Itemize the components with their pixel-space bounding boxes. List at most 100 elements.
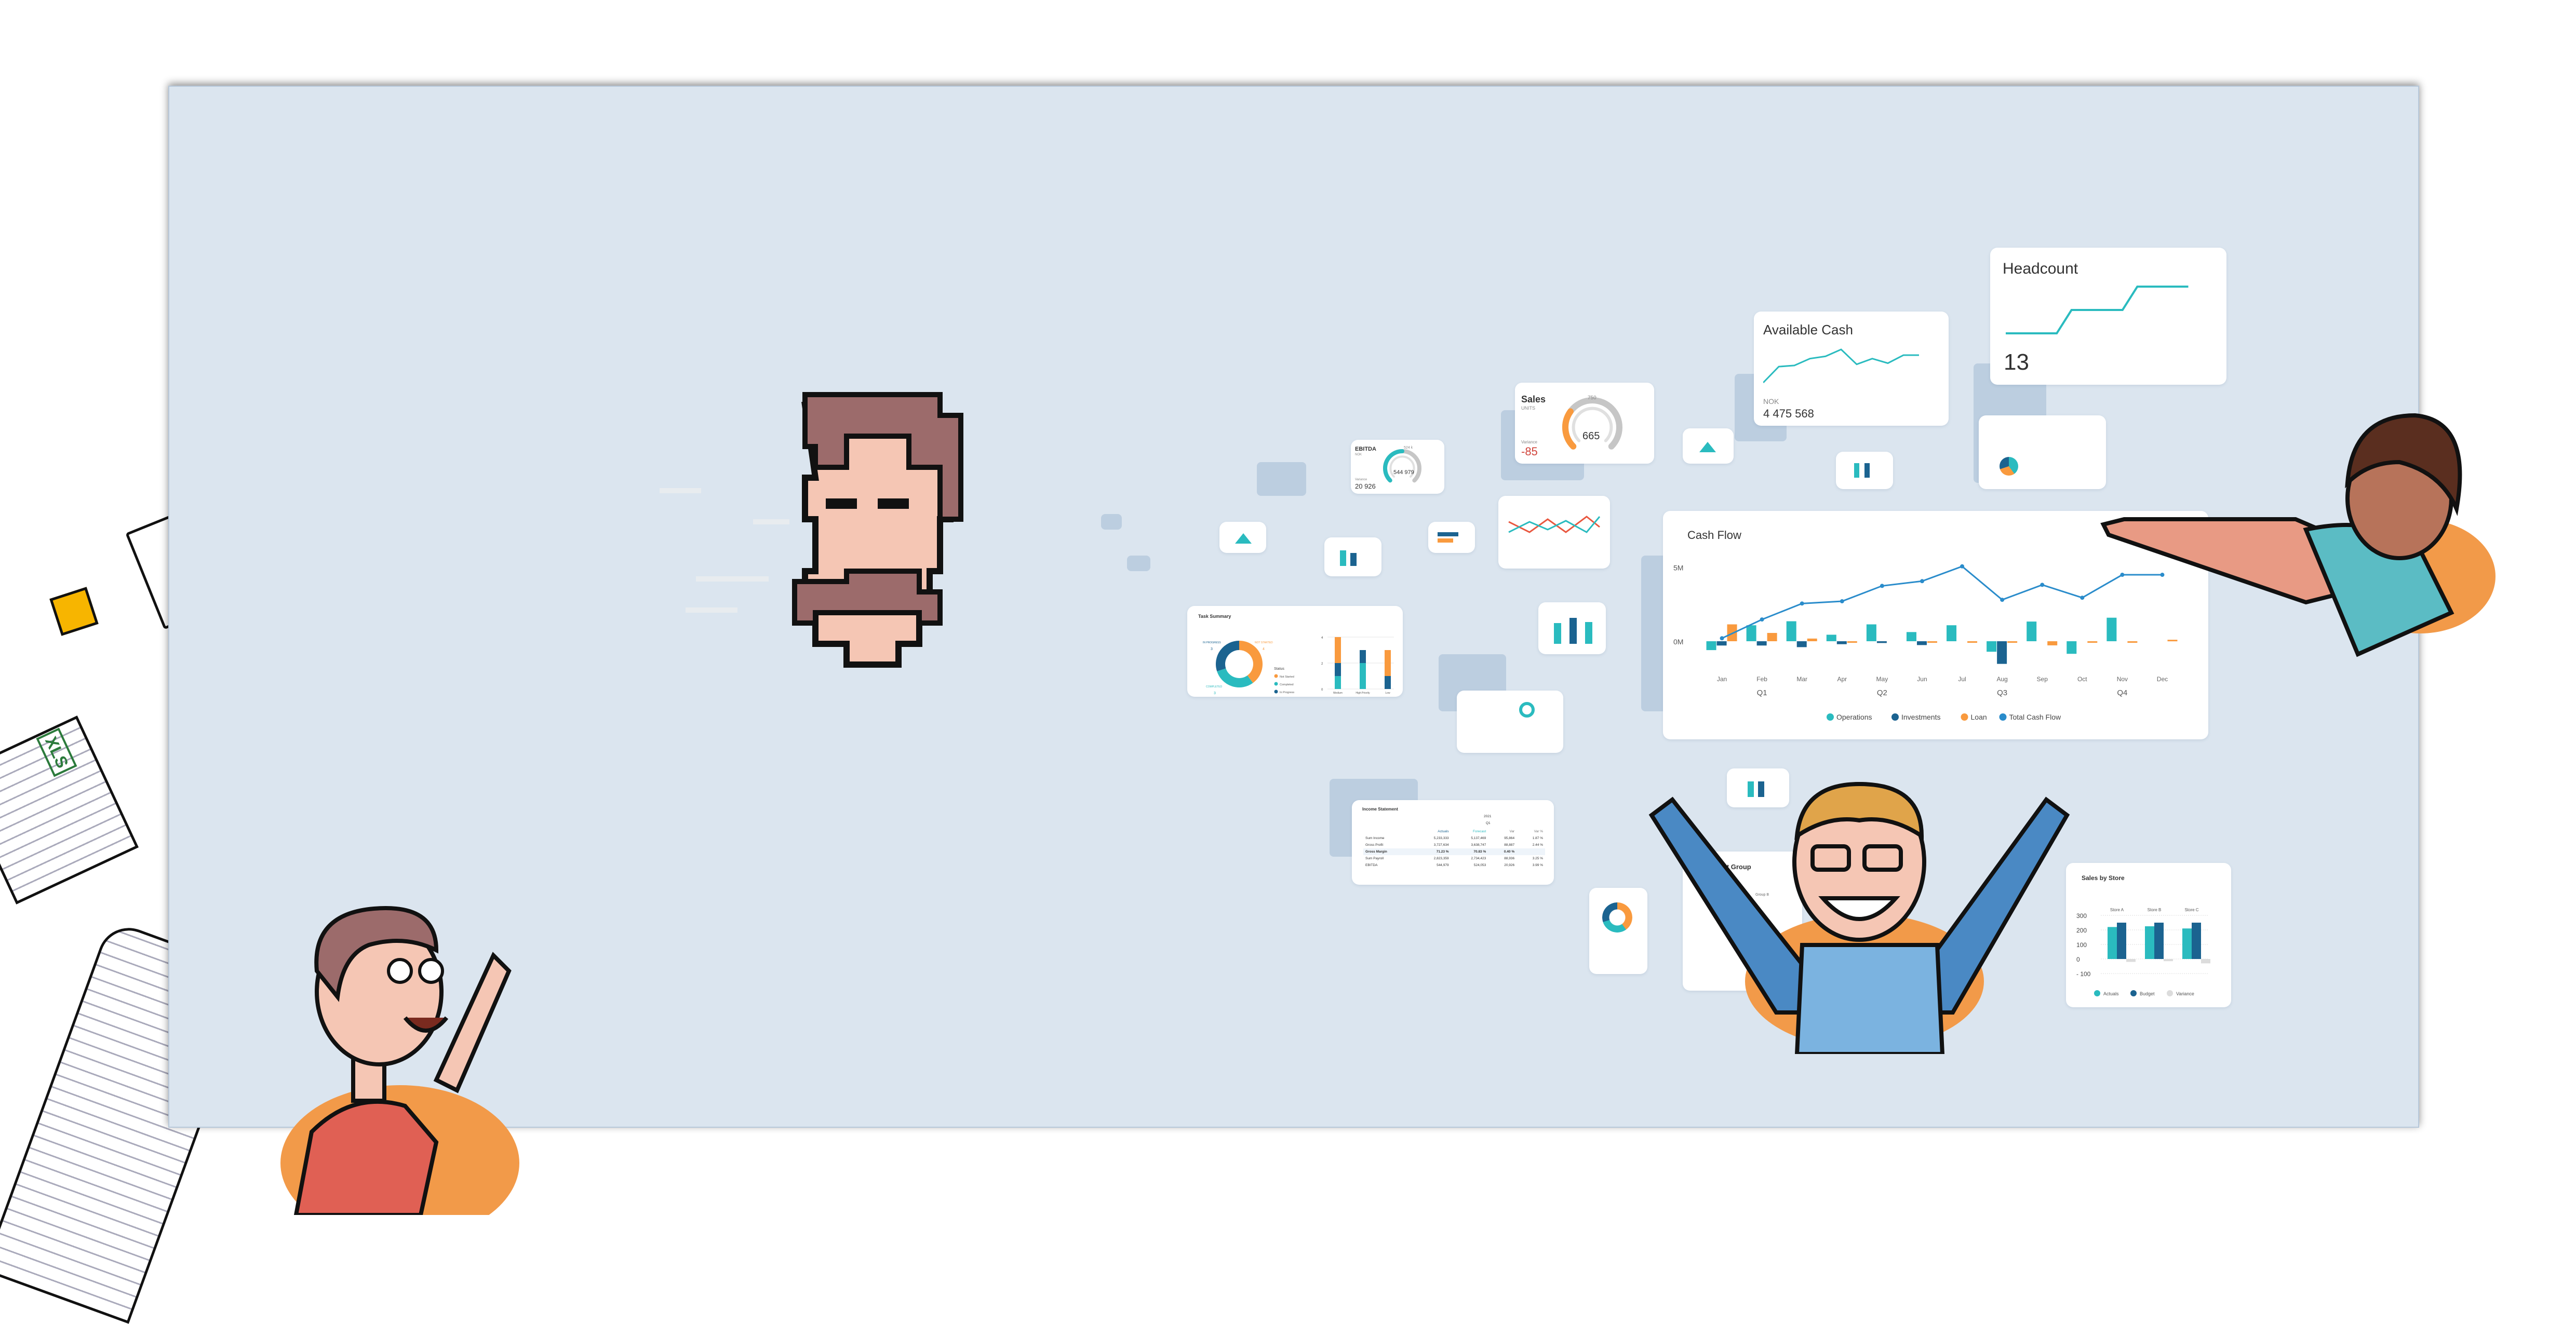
legend-label: Completed [1280,683,1294,686]
table-cell: 88,887 [1504,843,1515,847]
gauge-target: 524 k [1404,446,1413,450]
bar-investments [1756,641,1767,646]
legend-swatch [1999,713,2007,721]
x-tick-label: Store C [2184,908,2198,912]
sales-gauge-card[interactable]: Sales UNITS Variance -85 750 665 [1515,383,1654,464]
total-cash-flow-point [1800,601,1804,606]
quarter-label: Q4 [2117,688,2127,697]
bar-loan [1847,641,1857,643]
table-cell: Gross Profit [1365,843,1384,847]
stacked-bar-completed [1360,663,1366,689]
variance-label: Variance [1521,440,1537,444]
legend-swatch [1274,690,1278,694]
bar-operations [1906,632,1916,641]
total-cash-flow-point [2000,598,2005,602]
unit-label: UNITS [1521,406,1535,411]
table-cell: 2,823,359 [1433,857,1449,860]
bar-operations [1947,625,1957,641]
quarter-label: Q3 [1997,688,2007,697]
quarter-header: Q1 [1486,821,1491,825]
slice-label: COMPLETED [1206,685,1223,688]
mini-area-card[interactable] [1683,428,1734,464]
bar-operations [1786,621,1796,641]
mini-bar-card[interactable] [1538,602,1606,654]
mini-bar-card[interactable] [1428,522,1475,553]
bar-loan [1767,633,1777,641]
bar-variance [2164,959,2173,962]
column-header: Forecast [1472,830,1486,833]
x-tick-label: Low [1385,692,1390,695]
table-row[interactable]: Gross Profit 3,727,634 3,638,747 88,887 2.44… [1363,842,1545,848]
legend-label: Operations [1836,713,1872,721]
slice-label: IN PROGRESS [1203,641,1221,644]
mini-area-card[interactable] [1219,522,1266,553]
pixel-art-face [792,392,963,668]
x-tick-label: Sep [2037,675,2048,683]
legend-swatch [2130,990,2137,996]
table-cell: 95,864 [1504,836,1515,840]
sales-by-store-card[interactable]: Sales by Store 300 200 100 0- 100 Store A Sto… [2066,863,2231,1007]
quarter-label: Q1 [1757,688,1767,697]
sparkline-path [1763,348,1919,384]
table-cell: 3.25 % [1532,857,1543,860]
legend-label: Loan [1971,713,1987,721]
xls-badge: XLS [36,727,77,777]
stacked-bar-in-progress [1360,650,1366,663]
mini-line-card[interactable] [1498,496,1610,569]
table-row[interactable]: EBITDA 544,979 524,053 20,926 3.99 % [1363,862,1545,869]
x-tick-label: Apr [1837,675,1847,683]
bar-loan [2007,641,2018,643]
y-tick-label: 0M [1673,638,1683,646]
table-cell: 524,053 [1473,863,1486,867]
available-cash-sparkline [1763,348,1919,384]
donut-slice-not-started [1239,641,1263,683]
mini-dashboard-card[interactable] [1979,415,2106,489]
legend-swatch [1274,682,1278,686]
headcount-card[interactable]: Headcount 13 [1990,248,2226,385]
character-man-pointing [280,906,519,1215]
gauge-target: 750 [1588,395,1596,401]
legend-swatch [2167,990,2173,996]
ebitda-gauge-card[interactable]: EBITDA NOK Variance 20 926 524 k 544 979 [1351,440,1444,494]
variance-value: -85 [1521,445,1538,458]
total-cash-flow-point [1840,599,1844,604]
income-table: Actuals Forecast Var Var % Sum Income 5,233,3… [1363,828,1545,869]
table-row[interactable]: Sum Payroll 2,823,359 2,734,423 88,936 3.25 … [1363,855,1545,862]
bar-investments [1916,641,1927,645]
headcount-value: 13 [2004,349,2029,375]
available-cash-card[interactable]: Available Cash NOK 4 475 568 [1754,312,1949,426]
mini-bar-card[interactable] [1324,537,1381,576]
total-cash-flow-point [1880,584,1884,588]
legend-label: In Progress [1280,691,1294,694]
x-tick-label: Jan [1717,675,1727,683]
y-tick-label: 4 [1321,637,1323,640]
gauge-value: 665 [1582,430,1600,442]
legend-label: Actuals [2103,991,2119,996]
bar-loan [1807,638,1817,641]
table-cell: 1.87 % [1532,836,1543,840]
slice-value: 4 [1263,647,1265,651]
x-tick-label: Store B [2148,908,2162,912]
slice-value: 3 [1214,692,1216,695]
table-cell: 3.99 % [1532,863,1543,867]
income-statement-card[interactable]: Income Statement 2021 Q1 Actuals Forecast… [1352,800,1554,885]
task-summary-card[interactable]: Task Summary NOT STARTED 4 COMPLETED 3 IN PR… [1187,606,1403,697]
mini-dashboard-card[interactable] [1457,691,1563,753]
legend-title: Status [1274,667,1284,671]
legend-swatch [1961,713,1968,721]
bar-operations [1866,624,1876,641]
legend-label: Variance [2176,991,2194,996]
mini-bar-card[interactable] [1836,452,1893,489]
legend-swatch [2094,990,2100,996]
table-row[interactable]: Sum Income 5,233,333 5,137,469 95,864 1.87 % [1363,835,1545,842]
stacked-bar-not-started [1335,637,1341,663]
bar-investments [1836,641,1847,644]
x-tick-label: Medium [1333,692,1343,695]
table-row[interactable]: Gross Margin 71.23 % 70.83 % 0.40 % [1363,848,1545,855]
bar-operations [1987,641,1997,652]
table-cell: 2.44 % [1532,843,1543,847]
gauge-value: 544 979 [1393,469,1414,476]
total-cash-flow-point [1760,617,1764,622]
card-title: Headcount [2003,260,2078,277]
sales-gauge [1562,397,1622,450]
